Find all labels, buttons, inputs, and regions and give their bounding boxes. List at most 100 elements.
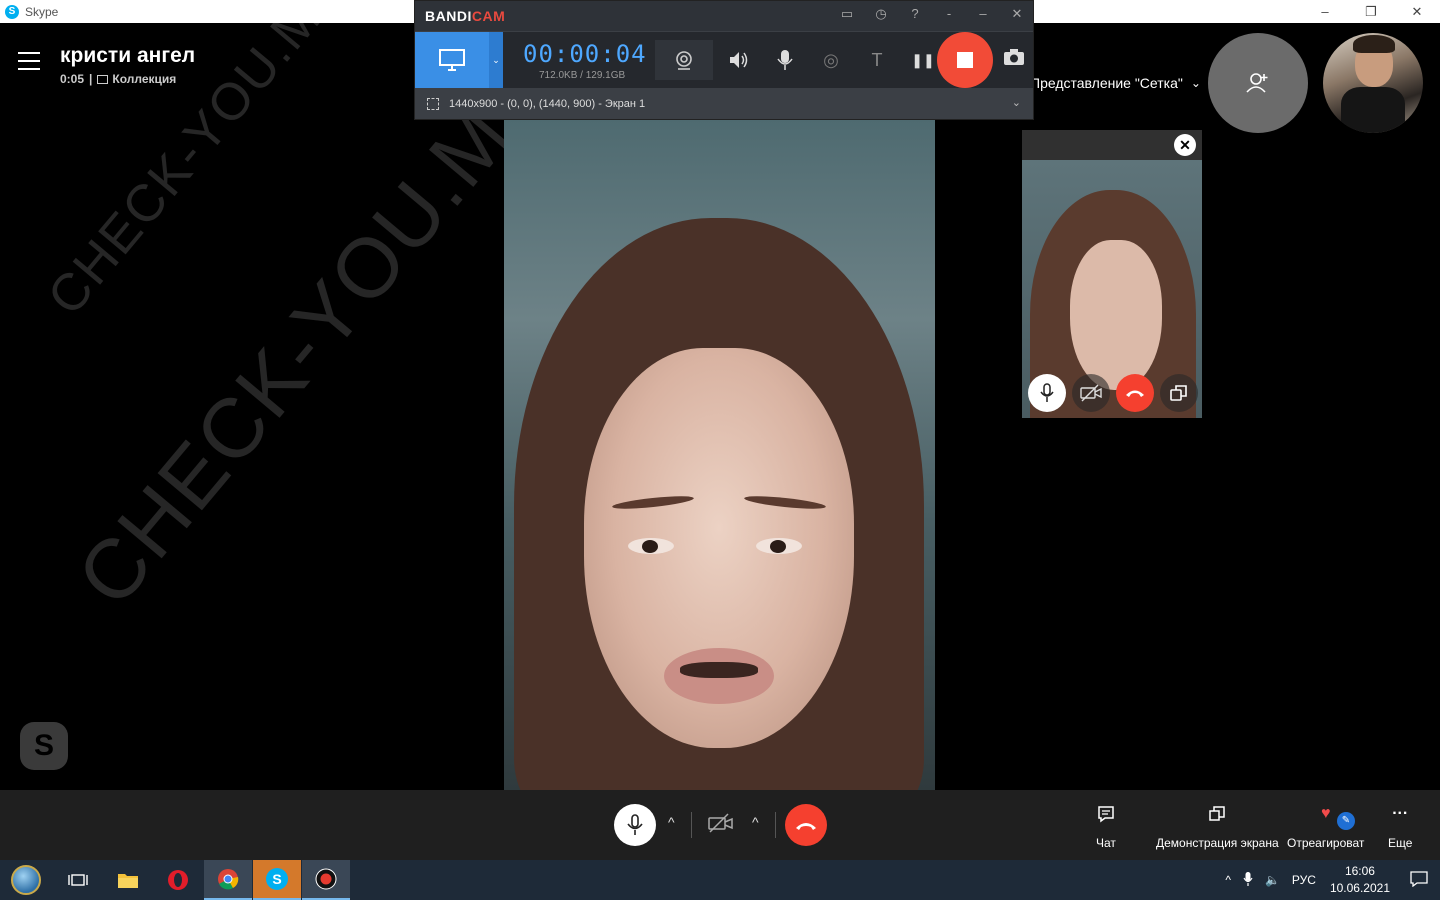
watermark-large: CHECK-YOU.ME (58, 43, 567, 624)
popout-icon (1170, 385, 1187, 401)
preview-popout-button[interactable] (1160, 374, 1198, 412)
stop-record-button[interactable] (937, 32, 993, 88)
collection-label: Коллекция (112, 72, 177, 86)
bandicam-window: BANDICAM ▭ ◷ ? - – ✕ ⌄ 00:00:04 712.0KB … (414, 0, 1034, 120)
end-call-button[interactable] (785, 804, 827, 846)
avatar-body (1341, 87, 1405, 133)
more-button[interactable]: ··· Еще (1388, 804, 1412, 850)
left-brow (611, 493, 695, 512)
taskbar-bandicam[interactable] (302, 860, 350, 900)
hamburger-menu-icon[interactable] (18, 52, 40, 70)
skype-logo-icon: S (5, 4, 19, 19)
close-preview-button[interactable]: ✕ (1174, 134, 1196, 156)
restore-button[interactable]: ❐ (1348, 0, 1394, 23)
clock[interactable]: 16:06 10.06.2021 (1330, 863, 1390, 897)
more-label: Еще (1388, 836, 1413, 850)
folder-icon[interactable]: ▭ (837, 6, 857, 22)
start-button[interactable] (6, 862, 46, 898)
camera-toggle-button[interactable] (706, 808, 736, 838)
cursor-effect-icon[interactable]: ◎ (811, 40, 851, 80)
bandicam-tools: ◎ T ❚❚ (655, 40, 943, 80)
text-overlay-icon[interactable]: T (857, 40, 897, 80)
right-eye (756, 538, 802, 554)
screen-share-button[interactable]: Демонстрация экрана (1156, 804, 1279, 850)
taskbar-opera[interactable] (154, 860, 202, 900)
tray-mic-icon[interactable] (1243, 871, 1253, 890)
camera-options-chevron-icon[interactable]: ^ (752, 814, 759, 830)
controls-divider (775, 812, 776, 838)
mic-record-icon[interactable] (765, 40, 805, 80)
more-icon: ··· (1392, 805, 1409, 822)
taskbar-chrome[interactable] (204, 860, 252, 900)
heart-icon: ♥ ✎ (1321, 804, 1355, 830)
end-call-icon (1126, 390, 1144, 397)
mouth (664, 648, 774, 704)
chrome-icon (218, 869, 239, 890)
collection-icon (97, 74, 109, 84)
help-icon[interactable]: ? (905, 6, 925, 22)
controls-divider (691, 812, 692, 838)
end-call-icon (796, 822, 816, 830)
speaker-icon[interactable] (719, 40, 759, 80)
mode-dropdown-button[interactable]: ⌄ (489, 32, 503, 88)
bandicam-top-icons: ▭ ◷ ? - – ✕ (837, 6, 1027, 22)
mic-button[interactable] (614, 804, 656, 846)
bandicam-titlebar: BANDICAM ▭ ◷ ? - – ✕ (415, 1, 1033, 31)
preview-camera-button[interactable] (1072, 374, 1110, 412)
region-bar: 1440x900 - (0, 0), (1440, 900) - Экран 1… (415, 89, 1033, 119)
region-checkbox[interactable] (427, 98, 439, 110)
call-duration: 0:05 (60, 72, 85, 86)
add-participant-button[interactable] (1208, 33, 1308, 133)
camera-off-icon (708, 813, 733, 833)
taskbar-explorer[interactable] (104, 860, 152, 900)
chat-button[interactable]: Чат (1096, 804, 1116, 850)
task-view-button[interactable] (54, 860, 102, 900)
webcam-icon[interactable] (655, 40, 713, 80)
chevron-down-icon: ⌄ (1190, 76, 1201, 90)
microphone-icon (1040, 383, 1054, 402)
left-eye (628, 538, 674, 554)
react-label: Отреагироват (1287, 836, 1365, 850)
remote-video (504, 118, 935, 790)
screenshot-icon[interactable] (1003, 48, 1025, 71)
minimize-button[interactable]: – (1302, 0, 1348, 23)
clock-date: 10.06.2021 (1329, 881, 1390, 895)
region-info: 1440x900 - (0, 0), (1440, 900) - Экран 1 (449, 98, 646, 110)
mini-mode-icon[interactable]: - (939, 6, 959, 22)
self-preview[interactable]: ✕ (1022, 130, 1202, 418)
grid-view-selector[interactable]: Представление "Сетка" ⌄ (1030, 75, 1201, 91)
screen-mode-button[interactable] (415, 32, 489, 88)
window-title: Skype (25, 4, 59, 19)
pen-icon: ✎ (1336, 812, 1355, 830)
screen-share-icon (1209, 804, 1226, 824)
notifications-icon[interactable] (1410, 870, 1428, 890)
add-person-icon (1246, 73, 1268, 93)
start-orb-icon (11, 865, 41, 895)
close-window-button[interactable]: ✕ (1394, 0, 1440, 23)
chat-icon (1097, 804, 1115, 824)
participant-avatar[interactable] (1323, 33, 1423, 133)
mic-options-chevron-icon[interactable]: ^ (668, 814, 675, 830)
tray-expand-icon[interactable]: ^ (1225, 873, 1231, 887)
clock-icon[interactable]: ◷ (871, 6, 891, 22)
preview-controls (1028, 374, 1198, 412)
region-dropdown-icon[interactable]: ⌄ (1012, 96, 1021, 109)
collection-link[interactable]: Коллекция (97, 72, 176, 86)
screen-share-label: Демонстрация экрана (1156, 836, 1279, 850)
chat-label: Чат (1096, 836, 1116, 850)
minimize-icon[interactable]: – (973, 6, 993, 22)
record-icon (315, 868, 337, 890)
skype-badge-icon: S (20, 722, 68, 770)
volume-icon[interactable]: 🔈 (1265, 873, 1280, 887)
taskbar-skype[interactable]: S (253, 860, 301, 900)
camera-off-icon (1080, 384, 1102, 402)
skype-icon: S (266, 868, 288, 890)
preview-end-call-button[interactable] (1116, 374, 1154, 412)
close-icon[interactable]: ✕ (1007, 6, 1027, 22)
recording-size: 712.0KB / 129.1GB (539, 70, 626, 81)
opera-icon (168, 870, 188, 890)
react-button[interactable]: ♥ ✎ Отреагироват (1287, 804, 1364, 850)
folder-icon (118, 874, 138, 888)
preview-mic-button[interactable] (1028, 374, 1066, 412)
language-indicator[interactable]: РУС (1292, 873, 1316, 887)
